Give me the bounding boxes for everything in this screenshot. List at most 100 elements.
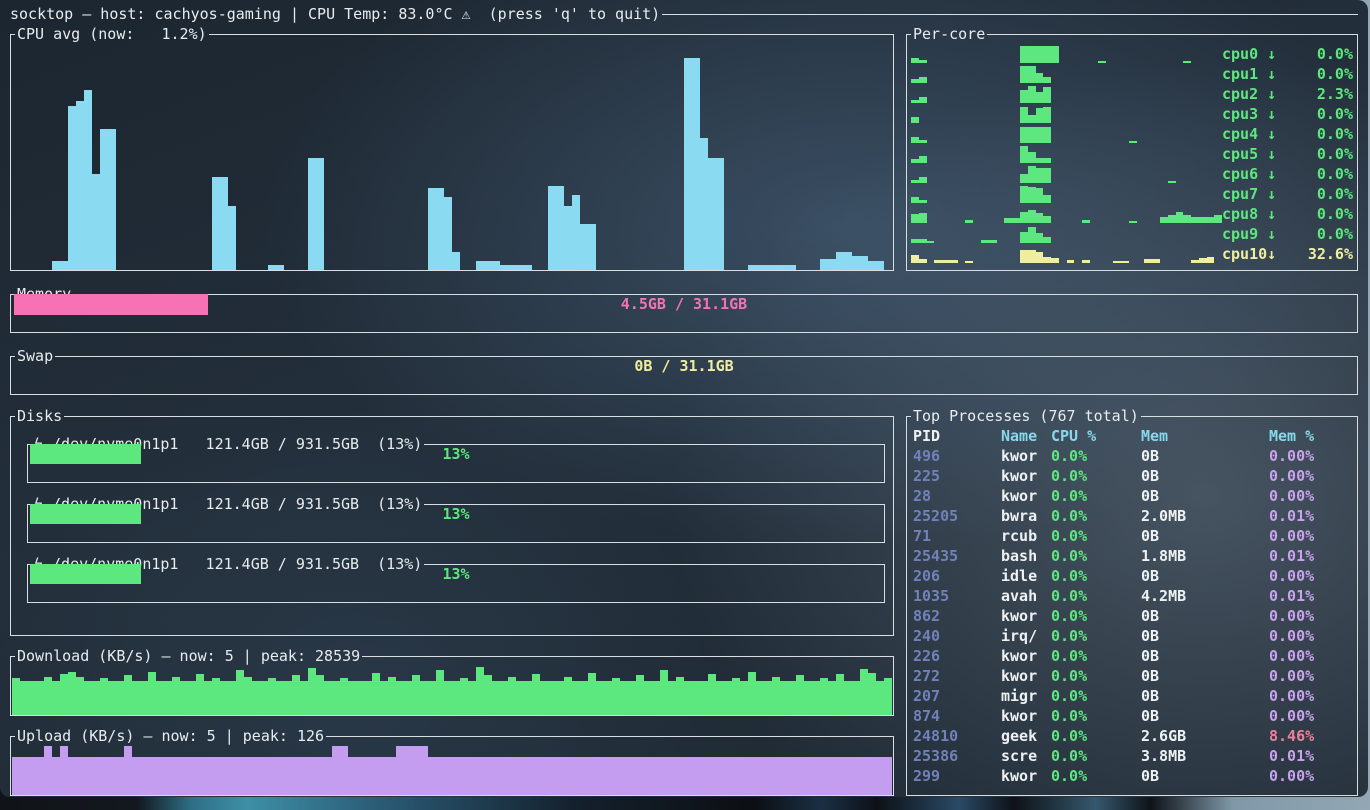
spark-bar [1036, 73, 1044, 83]
spark-bar [1121, 261, 1129, 263]
chart-bar [676, 677, 684, 715]
chart-bar [108, 757, 116, 795]
chart-bar [844, 681, 852, 715]
chart-bar [492, 681, 500, 715]
process-cpu: 0.0% [1051, 567, 1141, 585]
chart-bar [636, 675, 644, 715]
spark-bar [1020, 232, 1028, 243]
chart-bar [444, 197, 452, 270]
chart-bar [604, 681, 612, 715]
spark-bar [1199, 217, 1207, 223]
spark-bar [1036, 188, 1044, 203]
spark-bar [1043, 107, 1051, 123]
spark-bar [1043, 87, 1051, 103]
chart-bar [36, 681, 44, 715]
core-label: cpu5↓0.0% [1222, 145, 1353, 163]
core-name: cpu8 [1222, 205, 1267, 223]
process-pid: 299 [913, 767, 1001, 785]
spark-bar [1051, 46, 1059, 63]
chart-bar [364, 681, 372, 715]
chart-bar [436, 757, 444, 795]
chart-bar [724, 757, 732, 795]
chart-bar [404, 681, 412, 715]
chart-bar [300, 757, 308, 795]
chart-bar [52, 757, 60, 795]
chart-bar [204, 681, 212, 715]
chart-bar [68, 672, 76, 715]
chart-bar [132, 681, 140, 715]
chart-bar [620, 681, 628, 715]
process-table-header: PIDNameCPU %MemMem % [913, 426, 1355, 446]
border-segment [1141, 416, 1358, 417]
chart-bar [300, 681, 308, 715]
per-core-row: cpu8↓0.0% [911, 204, 1353, 224]
chart-bar [780, 265, 788, 270]
spark-bar [1028, 127, 1036, 143]
core-label: cpu3↓0.0% [1222, 105, 1353, 123]
core-name: cpu7 [1222, 185, 1267, 203]
chart-bar [12, 757, 20, 795]
chart-bar [828, 757, 836, 795]
chart-bar [340, 746, 348, 795]
process-cpu: 0.0% [1051, 487, 1141, 505]
chart-bar [68, 757, 76, 795]
process-row: 225kwor0.0%0B0.00% [913, 466, 1355, 486]
process-row: 874kwor0.0%0B0.00% [913, 706, 1355, 726]
chart-bar [836, 674, 844, 715]
spark-bar [1028, 210, 1036, 223]
spark-bar [1020, 46, 1028, 63]
chart-bar [316, 675, 324, 715]
chart-bar [156, 681, 164, 715]
spark-bar [1020, 127, 1028, 143]
chart-bar [324, 757, 332, 795]
chart-bar [836, 252, 844, 270]
border-segment [209, 34, 894, 35]
spark-bar [1036, 158, 1044, 163]
chart-bar [308, 668, 316, 715]
process-cpu: 0.0% [1051, 727, 1141, 745]
spark-bar [1020, 90, 1028, 104]
process-name: rcub [1001, 527, 1051, 545]
chart-bar [68, 106, 76, 270]
chart-bar [580, 681, 588, 715]
chart-bar [492, 757, 500, 795]
chart-bar [484, 261, 492, 270]
core-usage-value: 0.0% [1317, 45, 1353, 63]
process-mem: 0B [1141, 607, 1269, 625]
core-label: cpu0↓0.0% [1222, 45, 1353, 63]
chart-bar [772, 757, 780, 795]
spark-bar [1043, 77, 1051, 83]
chart-bar [476, 757, 484, 795]
spark-bar [911, 197, 919, 203]
core-label: cpu10↓32.6% [1222, 245, 1353, 263]
spark-bar [1043, 168, 1051, 183]
chart-bar [852, 681, 860, 715]
terminal-window[interactable]: socktop — host: cachyos-gaming | CPU Tem… [0, 0, 1368, 797]
chart-bar [756, 265, 764, 270]
process-name: kwor [1001, 707, 1051, 725]
chart-bar [212, 757, 220, 795]
disk-usage-gauge: 13% [30, 504, 882, 524]
chart-bar [124, 675, 132, 715]
chart-bar [220, 757, 228, 795]
process-column-header: CPU % [1051, 427, 1141, 445]
chart-bar [668, 757, 676, 795]
core-name: cpu3 [1222, 105, 1267, 123]
chart-bar [828, 681, 836, 715]
spark-bar [1176, 212, 1184, 223]
down-arrow-icon: ↓ [1267, 65, 1276, 83]
chart-bar [20, 681, 28, 715]
core-label: cpu6↓0.0% [1222, 165, 1353, 183]
core-name: cpu2 [1222, 85, 1267, 103]
spark-bar [911, 239, 919, 244]
core-label: cpu8↓0.0% [1222, 205, 1353, 223]
spark-bar [1028, 152, 1036, 163]
disk-item: ϟ/dev/nvme0n1p1 121.4GB / 931.5GB (13%)1… [27, 504, 885, 543]
process-row: 28kwor0.0%0B0.00% [913, 486, 1355, 506]
chart-bar [148, 757, 156, 795]
process-mem: 0B [1141, 467, 1269, 485]
chart-bar [220, 177, 228, 270]
spark-bar [919, 60, 927, 63]
spark-bar [911, 137, 919, 143]
process-name: bash [1001, 547, 1051, 565]
